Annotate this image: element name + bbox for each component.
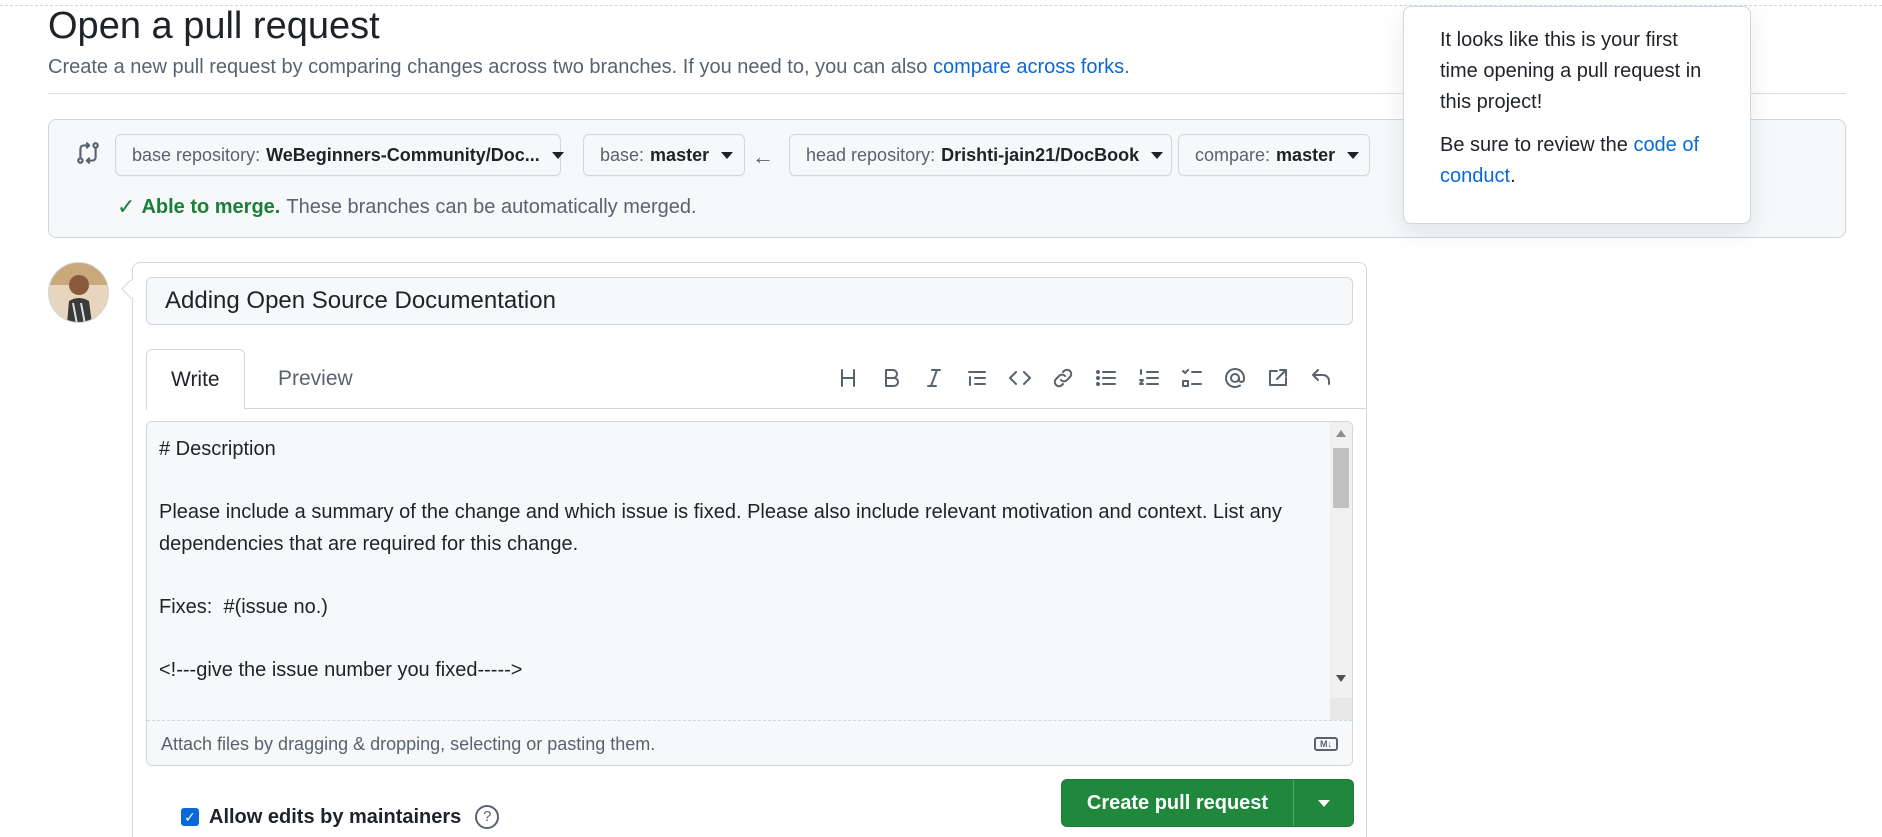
help-icon[interactable]: ?	[475, 805, 500, 829]
mention-icon	[1224, 368, 1245, 388]
create-options-dropdown[interactable]	[1294, 780, 1353, 826]
chevron-down-icon	[1317, 799, 1330, 807]
tab-preview[interactable]: Preview	[254, 349, 377, 409]
check-icon: ✓	[117, 194, 136, 219]
cross-reference-icon	[1268, 369, 1287, 386]
editor-scrollbar[interactable]	[1330, 422, 1352, 722]
compare-branch-label: compare:	[1195, 145, 1271, 165]
base-branch-label: base:	[600, 145, 645, 165]
popover-intro: It looks like this is your first time op…	[1440, 29, 1702, 113]
allow-edits-checkbox[interactable]: ✓	[181, 808, 199, 826]
chevron-down-icon	[721, 151, 734, 159]
allow-edits-option[interactable]: ✓ Allow edits by maintainers ?	[181, 805, 500, 829]
pr-title-input[interactable]	[146, 277, 1353, 325]
merge-status-label: Able to merge.	[141, 196, 281, 218]
git-compare-icon	[77, 142, 99, 164]
unordered-list-button[interactable]	[1084, 360, 1127, 396]
italic-button[interactable]	[912, 360, 955, 396]
code-button[interactable]	[998, 360, 1041, 396]
compare-across-forks-link[interactable]: compare across forks	[933, 56, 1124, 78]
allow-edits-label: Allow edits by maintainers	[209, 805, 462, 828]
unordered-list-icon	[1095, 370, 1116, 386]
bold-button[interactable]	[869, 360, 912, 396]
head-repository-select[interactable]: head repository: Drishti-jain21/DocBook	[789, 134, 1172, 176]
base-repository-value: WeBeginners-Community/Doc...	[266, 145, 540, 165]
attach-files-bar[interactable]: Attach files by dragging & dropping, sel…	[147, 720, 1352, 765]
base-branch-value: master	[650, 145, 710, 165]
resize-handle-icon[interactable]	[1330, 698, 1352, 720]
base-repository-select[interactable]: base repository: WeBeginners-Community/D…	[115, 134, 564, 176]
reply-icon	[1311, 369, 1330, 385]
link-icon	[1053, 368, 1072, 388]
chevron-down-icon	[1347, 151, 1360, 159]
quote-button[interactable]	[955, 360, 998, 396]
avatar[interactable]	[48, 262, 109, 323]
pr-body-editor[interactable]: # Description Please include a summary o…	[146, 421, 1353, 766]
base-branch-select[interactable]: base: master	[583, 134, 745, 176]
italic-icon	[926, 369, 941, 387]
subtitle-text: Create a new pull request by comparing c…	[48, 56, 933, 78]
link-button[interactable]	[1041, 360, 1084, 396]
scroll-up-icon[interactable]	[1336, 430, 1346, 437]
user-avatar-image	[49, 263, 108, 322]
pr-body-text[interactable]: # Description Please include a summary o…	[159, 434, 1309, 686]
ordered-list-button[interactable]	[1127, 360, 1170, 396]
compare-branch-select[interactable]: compare: master	[1178, 134, 1370, 176]
page-title: Open a pull request	[48, 5, 380, 47]
first-time-contributor-popover: It looks like this is your first time op…	[1403, 6, 1751, 224]
cross-reference-button[interactable]	[1256, 360, 1299, 396]
bold-icon	[884, 369, 899, 387]
chevron-down-icon	[551, 151, 564, 159]
chevron-down-icon	[1151, 151, 1164, 159]
quote-icon	[967, 371, 986, 386]
base-repository-label: base repository:	[132, 145, 261, 165]
page-subtitle: Create a new pull request by comparing c…	[48, 54, 1130, 80]
arrow-left-icon: ←	[752, 144, 774, 169]
merge-status: ✓ Able to merge. These branches can be a…	[117, 194, 697, 220]
markdown-toolbar	[826, 360, 1342, 396]
mention-button[interactable]	[1213, 360, 1256, 396]
subtitle-suffix: .	[1124, 56, 1130, 78]
reply-button[interactable]	[1299, 360, 1342, 396]
popover-review-text: Be sure to review the	[1440, 134, 1634, 156]
ordered-list-icon	[1138, 369, 1159, 385]
scroll-down-icon[interactable]	[1336, 675, 1346, 682]
attach-files-text: Attach files by dragging & dropping, sel…	[161, 734, 656, 754]
compare-branch-value: master	[1276, 145, 1336, 165]
merge-status-message: These branches can be automatically merg…	[286, 196, 697, 218]
markdown-icon[interactable]: M↓	[1314, 737, 1338, 751]
head-repository-label: head repository:	[806, 145, 936, 165]
heading-icon	[840, 369, 855, 387]
task-list-button[interactable]	[1170, 360, 1213, 396]
code-icon	[1008, 371, 1031, 385]
tab-write[interactable]: Write	[146, 349, 245, 410]
scroll-thumb[interactable]	[1333, 448, 1349, 508]
create-pull-request-button[interactable]: Create pull request	[1062, 780, 1294, 826]
heading-button[interactable]	[826, 360, 869, 396]
popover-review: Be sure to review the code of conduct.	[1440, 130, 1714, 192]
create-pull-request-button-group: Create pull request	[1061, 779, 1354, 827]
task-list-icon	[1181, 369, 1202, 387]
head-repository-value: Drishti-jain21/DocBook	[941, 145, 1140, 165]
popover-review-suffix: .	[1510, 165, 1516, 187]
